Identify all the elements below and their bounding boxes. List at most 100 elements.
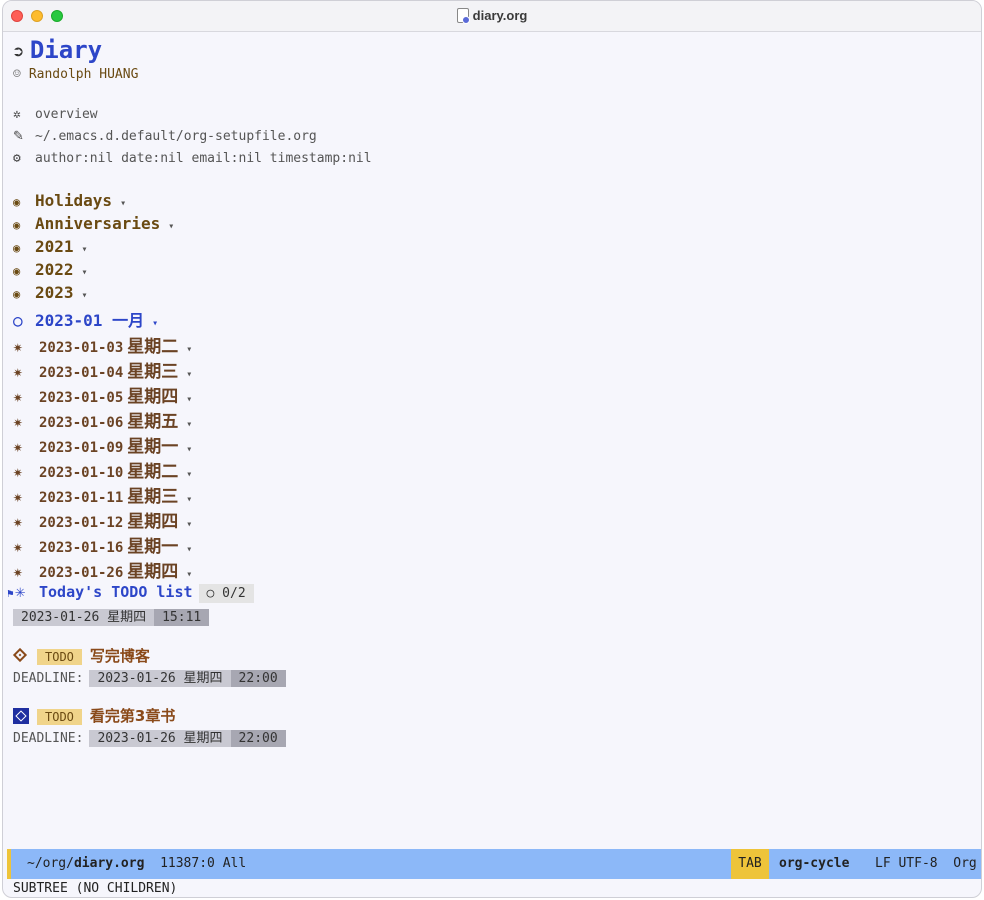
todo-keyword[interactable]: TODO — [37, 709, 82, 725]
day-heading[interactable]: ✷ 2023-01-09 星期一 ▾ — [13, 432, 192, 457]
task-title[interactable]: 写完博客 — [90, 647, 150, 665]
deadline-time[interactable]: 22:00 — [230, 730, 286, 747]
heading-label[interactable]: Holidays — [35, 191, 112, 210]
heading-month[interactable]: ○ 2023-01 一月 ▾ — [13, 307, 158, 331]
day-heading[interactable]: ✷ 2023-01-26 星期四 ▾ — [13, 557, 192, 582]
deadline-time[interactable]: 22:00 — [230, 670, 286, 687]
circle-bullet-icon: ◉ — [13, 195, 21, 209]
fold-arrow-icon[interactable]: ▾ — [186, 544, 192, 555]
day-date[interactable]: 2023-01-16 — [39, 540, 123, 556]
fold-arrow-icon[interactable]: ▾ — [82, 244, 88, 255]
todo-list-timestamp[interactable]: 2023-01-26 星期四 15:11 — [13, 606, 210, 626]
fold-arrow-icon[interactable]: ▾ — [82, 290, 88, 301]
day-weekday[interactable]: 星期一 — [127, 537, 178, 557]
day-heading[interactable]: ✷ 2023-01-16 星期一 ▾ — [13, 532, 192, 557]
timestamp-date[interactable]: 2023-01-26 星期四 — [13, 609, 155, 626]
fold-arrow-icon[interactable]: ▾ — [186, 519, 192, 530]
heading-item[interactable]: ◉ 2023 ▾ — [13, 283, 88, 302]
file-edit-icon: ✎ — [13, 129, 24, 144]
deadline-date[interactable]: 2023-01-26 星期四 — [89, 670, 231, 687]
todo-list-title[interactable]: Today's TODO list — [39, 583, 193, 601]
window-title-text: diary.org — [472, 8, 528, 23]
meta-setupfile[interactable]: ✎ ~/.emacs.d.default/org-setupfile.org — [13, 129, 317, 144]
star-bullet-icon: ✷ — [13, 462, 23, 481]
day-date[interactable]: 2023-01-06 — [39, 415, 123, 431]
heading-item[interactable]: ◉ 2021 ▾ — [13, 237, 88, 256]
day-date[interactable]: 2023-01-03 — [39, 340, 123, 356]
heading-label[interactable]: 2022 — [35, 260, 74, 279]
buffer-position: 11387:0 All — [160, 856, 247, 871]
day-date[interactable]: 2023-01-12 — [39, 515, 123, 531]
heading-item[interactable]: ◉ Holidays ▾ — [13, 191, 126, 210]
task-item[interactable]: TODO 看完第3章书 — [13, 705, 175, 726]
day-weekday[interactable]: 星期四 — [127, 562, 178, 582]
meta-startup: ✲ overview — [13, 107, 98, 122]
fold-arrow-icon[interactable]: ▾ — [186, 394, 192, 405]
day-weekday[interactable]: 星期三 — [127, 487, 178, 507]
fold-arrow-icon[interactable]: ▾ — [186, 444, 192, 455]
key-indicator: TAB — [731, 849, 769, 879]
task-deadline[interactable]: DEADLINE: 2023-01-26 星期四 22:00 — [13, 727, 286, 747]
fold-arrow-icon[interactable]: ▾ — [168, 221, 174, 232]
fold-arrow-icon[interactable]: ▾ — [82, 267, 88, 278]
day-heading[interactable]: ✷ 2023-01-11 星期三 ▾ — [13, 482, 192, 507]
day-weekday[interactable]: 星期四 — [127, 387, 178, 407]
day-weekday[interactable]: 星期五 — [127, 412, 178, 432]
deadline-label: DEADLINE: — [13, 731, 84, 746]
asterisk-icon: ✳ — [15, 582, 26, 602]
fold-arrow-icon[interactable]: ▾ — [186, 419, 192, 430]
deadline-date[interactable]: 2023-01-26 星期四 — [89, 730, 231, 747]
day-weekday[interactable]: 星期一 — [127, 437, 178, 457]
fold-arrow-icon[interactable]: ▾ — [120, 198, 126, 209]
day-date[interactable]: 2023-01-10 — [39, 465, 123, 481]
day-heading[interactable]: ✷ 2023-01-06 星期五 ▾ — [13, 407, 192, 432]
fold-arrow-icon[interactable]: ▾ — [186, 569, 192, 580]
star-bullet-icon: ✷ — [13, 387, 23, 406]
meta-setupfile-text[interactable]: ~/.emacs.d.default/org-setupfile.org — [35, 129, 317, 144]
star-bullet-icon: ✷ — [13, 487, 23, 506]
editor-window: diary.org ➲ Diary ☺ Randolph HUANG ✲ overvi… — [2, 0, 982, 898]
day-heading[interactable]: ✷ 2023-01-10 星期二 ▾ — [13, 457, 192, 482]
circle-bullet-icon: ◉ — [13, 264, 21, 278]
day-date[interactable]: 2023-01-11 — [39, 490, 123, 506]
document-author: ☺ Randolph HUANG — [13, 67, 138, 82]
snowflake-icon: ✲ — [13, 107, 21, 122]
heading-label[interactable]: 2023 — [35, 283, 74, 302]
fold-arrow-icon[interactable]: ▾ — [186, 469, 192, 480]
day-date[interactable]: 2023-01-05 — [39, 390, 123, 406]
buffer-path: ~/org/ — [27, 856, 74, 871]
task-item[interactable]: TODO 写完博客 — [12, 645, 150, 666]
heading-label[interactable]: Anniversaries — [35, 214, 160, 233]
bookmark-icon: ⚑ — [7, 587, 14, 600]
day-heading[interactable]: ✷ 2023-01-05 星期四 ▾ — [13, 382, 192, 407]
task-deadline[interactable]: DEADLINE: 2023-01-26 星期四 22:00 — [13, 667, 286, 687]
mode-line-right: LF UTF-8 Org — [875, 856, 977, 871]
todo-list-heading[interactable]: ⚑✳ Today's TODO list ○ 0/2 — [7, 582, 254, 603]
day-weekday[interactable]: 星期二 — [127, 462, 178, 482]
star-bullet-icon: ✷ — [13, 537, 23, 556]
heading-month-label[interactable]: 2023-01 一月 — [35, 311, 144, 330]
day-weekday[interactable]: 星期二 — [127, 337, 178, 357]
major-mode: Org — [953, 856, 977, 871]
heading-item[interactable]: ◉ Anniversaries ▾ — [13, 214, 174, 233]
day-heading[interactable]: ✷ 2023-01-12 星期四 ▾ — [13, 507, 192, 532]
day-heading[interactable]: ✷ 2023-01-03 星期二 ▾ — [13, 332, 192, 357]
fold-arrow-icon[interactable]: ▾ — [152, 318, 158, 329]
day-weekday[interactable]: 星期四 — [127, 512, 178, 532]
day-date[interactable]: 2023-01-04 — [39, 365, 123, 381]
diamond-filled-icon — [13, 708, 37, 725]
fold-arrow-icon[interactable]: ▾ — [186, 344, 192, 355]
day-weekday[interactable]: 星期三 — [127, 362, 178, 382]
heading-label[interactable]: 2021 — [35, 237, 74, 256]
day-date[interactable]: 2023-01-26 — [39, 565, 123, 581]
timestamp-time[interactable]: 15:11 — [154, 609, 210, 626]
heading-item[interactable]: ◉ 2022 ▾ — [13, 260, 88, 279]
fold-arrow-icon[interactable]: ▾ — [186, 494, 192, 505]
todo-keyword[interactable]: TODO — [37, 649, 82, 665]
author-icon: ☺ — [13, 67, 21, 82]
meta-startup-text: overview — [35, 107, 98, 122]
day-heading[interactable]: ✷ 2023-01-04 星期三 ▾ — [13, 357, 192, 382]
task-title[interactable]: 看完第3章书 — [90, 707, 175, 725]
day-date[interactable]: 2023-01-09 — [39, 440, 123, 456]
fold-arrow-icon[interactable]: ▾ — [186, 369, 192, 380]
